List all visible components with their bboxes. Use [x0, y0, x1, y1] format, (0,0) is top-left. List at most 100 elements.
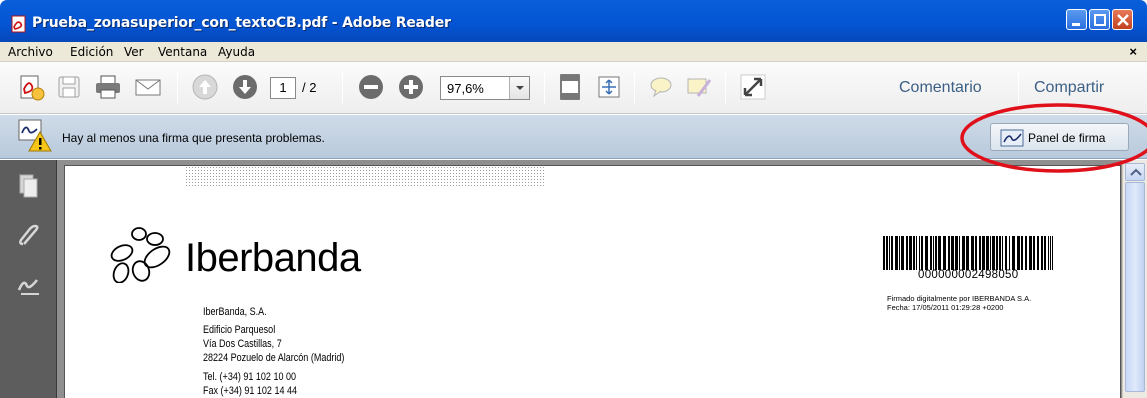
barcode-bar	[909, 236, 912, 270]
email-icon[interactable]	[133, 72, 163, 102]
barcode-bar	[1025, 236, 1027, 270]
barcode	[883, 236, 1053, 270]
zoom-out-icon[interactable]	[356, 72, 386, 102]
barcode-bar	[913, 236, 915, 270]
toolbar-separator	[544, 72, 545, 104]
save-icon[interactable]	[54, 72, 84, 102]
barcode-bar	[999, 236, 1001, 270]
toolbar-separator	[634, 72, 635, 104]
barcode-bar	[938, 236, 941, 270]
pdf-icon	[11, 15, 26, 33]
page-total: / 2	[302, 80, 317, 95]
barcode-bar	[1044, 236, 1046, 270]
menu-bar: Archivo Edición Ver Ventana Ayuda ×	[0, 42, 1147, 62]
digital-signature-date: Fecha: 17/05/2011 01:29:28 +0200	[887, 303, 1004, 312]
barcode-bar	[1005, 236, 1007, 270]
barcode-bar	[1033, 236, 1035, 270]
comment-icon[interactable]	[646, 72, 676, 102]
document-close-button[interactable]: ×	[1129, 44, 1137, 59]
signature-panel-button[interactable]: Panel de firma	[990, 123, 1129, 151]
barcode-bar	[1050, 236, 1051, 270]
sign-icon[interactable]	[684, 72, 714, 102]
barcode-bar	[1012, 236, 1015, 270]
signatures-icon	[1000, 129, 1024, 147]
barcode-bar	[990, 236, 991, 270]
scroll-up-button[interactable]	[1125, 163, 1145, 181]
barcode-bar	[930, 236, 932, 270]
navigation-panel	[0, 160, 57, 398]
zoom-in-icon[interactable]	[396, 72, 426, 102]
barcode-bar	[1009, 236, 1010, 270]
signature-warning-message: Hay al menos una firma que presenta prob…	[62, 131, 325, 145]
barcode-bar	[899, 236, 900, 270]
signature-panel-label: Panel de firma	[1028, 131, 1106, 145]
dotted-header-strip	[185, 166, 545, 188]
close-button[interactable]	[1112, 9, 1133, 30]
barcode-bar	[948, 236, 950, 270]
barcode-bar	[895, 236, 898, 270]
scroll-thumb[interactable]	[1125, 182, 1145, 392]
vertical-scrollbar[interactable]	[1122, 160, 1147, 398]
address-line: IberBanda, S.A.	[203, 306, 267, 318]
barcode-bar	[886, 236, 888, 270]
barcode-bar	[992, 236, 995, 270]
document-view[interactable]: Iberbanda IberBanda, S.A. Edificio Parqu…	[57, 160, 1122, 398]
barcode-bar	[883, 236, 885, 270]
barcode-bar	[921, 236, 923, 270]
share-panel-link[interactable]: Compartir	[1034, 79, 1104, 97]
title-bar: Prueba_zonasuperior_con_textoCB.pdf - Ad…	[0, 0, 1147, 42]
barcode-bar	[891, 236, 893, 270]
previous-page-icon[interactable]	[190, 72, 220, 102]
comment-panel-link[interactable]: Comentario	[899, 79, 982, 97]
pages-icon[interactable]	[15, 172, 43, 200]
toolbar-separator	[342, 72, 343, 104]
signature-message-bar: Hay al menos una firma que presenta prob…	[0, 115, 1147, 159]
barcode-bar	[889, 236, 890, 270]
barcode-bar	[1021, 236, 1023, 270]
barcode-bar	[951, 236, 954, 270]
barcode-bar	[906, 236, 908, 270]
digital-signature-text: Firmado digitalmente por IBERBANDA S.A.	[887, 294, 1032, 303]
fit-width-icon[interactable]	[594, 72, 624, 102]
print-icon[interactable]	[93, 72, 123, 102]
barcode-bar	[986, 236, 989, 270]
barcode-bar	[1017, 236, 1020, 270]
barcode-bar	[935, 236, 937, 270]
barcode-number: 000000002498050	[918, 269, 1019, 281]
barcode-bar	[916, 236, 917, 270]
toolbar-separator	[177, 72, 178, 104]
phone-line: Tel. (+34) 91 102 10 00	[203, 371, 297, 383]
maximize-button[interactable]	[1089, 9, 1110, 30]
barcode-bar	[1048, 236, 1049, 270]
signatures-icon[interactable]	[15, 272, 43, 300]
barcode-bar	[919, 236, 920, 270]
barcode-bar	[1002, 236, 1003, 270]
toolbar-separator	[725, 72, 726, 104]
barcode-bar	[1041, 236, 1043, 270]
barcode-bar	[1052, 236, 1053, 270]
menu-ver[interactable]: Ver	[124, 45, 144, 59]
create-pdf-icon[interactable]	[16, 72, 46, 102]
menu-ayuda[interactable]: Ayuda	[218, 45, 255, 59]
next-page-icon[interactable]	[230, 72, 260, 102]
barcode-bar	[1037, 236, 1039, 270]
fullscreen-icon[interactable]	[738, 72, 768, 102]
attachments-icon[interactable]	[15, 222, 43, 250]
toolbar: 1 / 2 97,6% Comentario Compartir	[0, 62, 1147, 114]
barcode-bar	[979, 236, 981, 270]
menu-edicion[interactable]: Edición	[70, 45, 113, 59]
page-number-input[interactable]: 1	[270, 77, 296, 99]
fit-page-icon[interactable]	[555, 72, 585, 102]
barcode-bar	[1029, 236, 1032, 270]
signature-warning-icon	[18, 119, 52, 152]
chevron-down-icon[interactable]	[509, 77, 529, 99]
barcode-bar	[982, 236, 985, 270]
minimize-button[interactable]	[1066, 9, 1087, 30]
barcode-bar	[975, 236, 977, 270]
menu-archivo[interactable]: Archivo	[8, 45, 53, 59]
zoom-select[interactable]: 97,6%	[440, 76, 530, 100]
barcode-bar	[943, 236, 946, 270]
address-line: 28224 Pozuelo de Alarcón (Madrid)	[203, 352, 345, 364]
barcode-bar	[959, 236, 960, 270]
menu-ventana[interactable]: Ventana	[158, 45, 207, 59]
